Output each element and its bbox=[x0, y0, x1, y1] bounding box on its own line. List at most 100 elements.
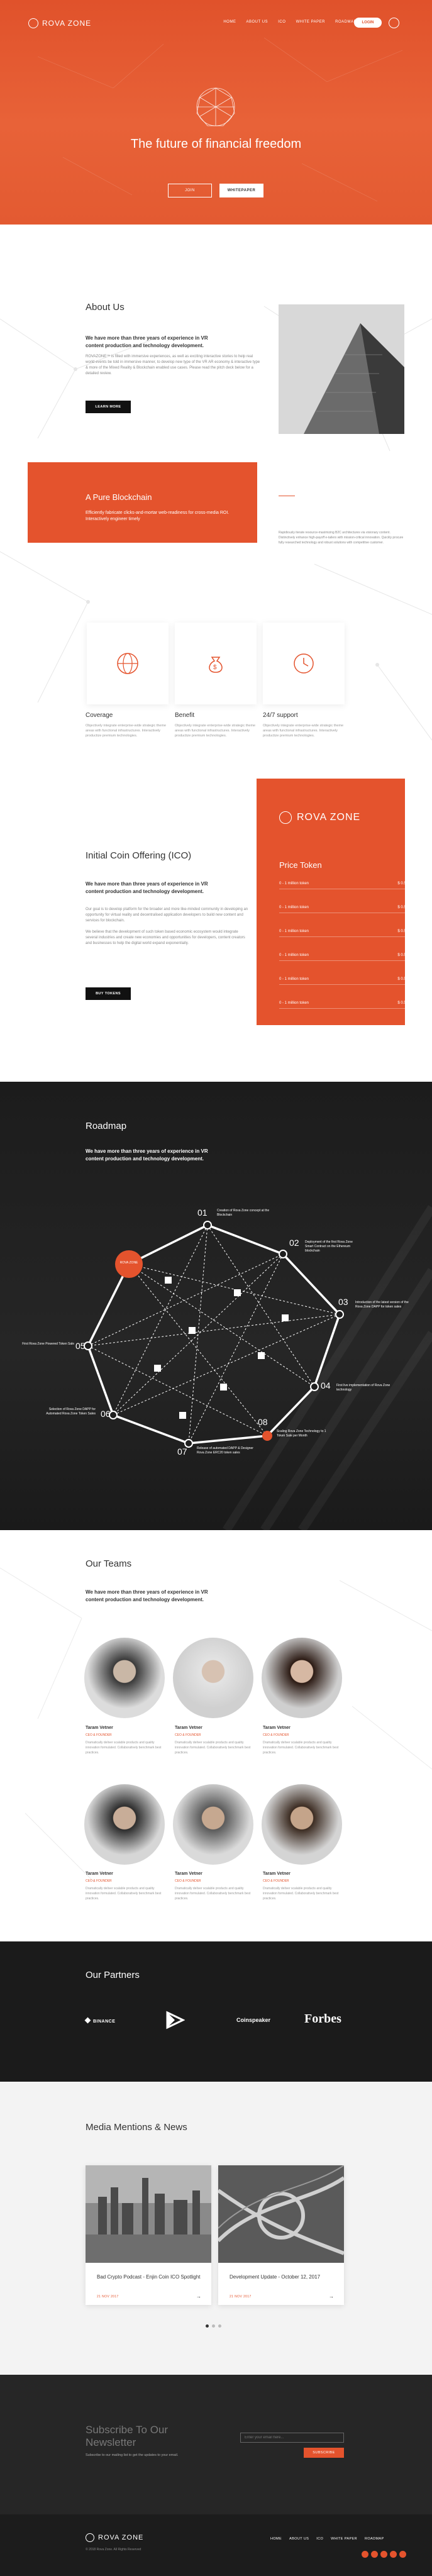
news-carousel-dots bbox=[206, 2323, 231, 2328]
footer-links: HOME ABOUT US ICO WHITE PAPER ROADMAP bbox=[264, 2537, 384, 2541]
partner-logo-coinspeaker[interactable]: Coinspeaker bbox=[236, 2017, 270, 2023]
nav-link-about[interactable]: ABOUT US bbox=[246, 20, 269, 24]
news-image-city bbox=[86, 2165, 211, 2263]
team-member-role: CEO & FOUNDER bbox=[175, 1733, 201, 1737]
hero-join-button[interactable]: JOIN bbox=[168, 184, 212, 197]
token-label: 0 - 1 million token bbox=[279, 906, 309, 909]
milestone-number: 02 bbox=[289, 1238, 299, 1248]
hero-constellation-decoration bbox=[37, 37, 403, 202]
milestone-text: Scaling Rova Zone Technology to 1 Token … bbox=[277, 1430, 326, 1438]
token-price: $ 0.50 bbox=[397, 930, 408, 933]
price-token-list: 0 - 1 million token $ 0.50 0 - 1 million … bbox=[269, 879, 408, 1018]
news-card[interactable]: Bad Crypto Podcast - Enjin Coin ICO Spot… bbox=[86, 2165, 211, 2305]
roadmap-section: Roadmap We have more than three years of… bbox=[0, 1082, 432, 1530]
telegram-icon[interactable] bbox=[390, 2551, 397, 2558]
nav-link-ico[interactable]: ICO bbox=[278, 20, 285, 24]
roadmap-node-active bbox=[262, 1431, 272, 1441]
youtube-icon[interactable] bbox=[399, 2551, 406, 2558]
news-section bbox=[0, 2082, 432, 2375]
feature-title-support: 24/7 support bbox=[263, 712, 298, 719]
facebook-icon[interactable] bbox=[362, 2551, 368, 2558]
carousel-dot[interactable] bbox=[218, 2324, 221, 2328]
team-member-role: CEO & FOUNDER bbox=[263, 1879, 289, 1883]
nav-link-roadmap[interactable]: ROADMAP bbox=[335, 20, 357, 24]
linkedin-icon[interactable] bbox=[380, 2551, 387, 2558]
about-body: ROVAZONE™ is filled with immersive exper… bbox=[86, 355, 260, 375]
footer-brand-name: ROVA ZONE bbox=[98, 2533, 144, 2541]
token-row: 0 - 1 million token $ 0.50 bbox=[279, 903, 408, 913]
ico-body-1: Our goal is to develop platform for the … bbox=[86, 908, 248, 923]
twitter-icon[interactable] bbox=[371, 2551, 378, 2558]
footer-brand[interactable]: ROVA ZONE bbox=[86, 2533, 143, 2542]
news-card-date: 21 NOV 2017 bbox=[230, 2295, 252, 2299]
token-price: $ 0.50 bbox=[397, 953, 408, 957]
footer-link-whitepaper[interactable]: WHITE PAPER bbox=[331, 2537, 357, 2541]
arrow-right-icon: → bbox=[329, 2294, 334, 2299]
globe-icon bbox=[117, 653, 138, 674]
token-row: 0 - 1 million token $ 0.50 bbox=[279, 951, 408, 961]
about-learn-more-button[interactable]: LEARN MORE bbox=[86, 401, 131, 413]
carousel-dot-active[interactable] bbox=[206, 2324, 209, 2328]
blockchain-title: A Pure Blockchain bbox=[86, 492, 152, 502]
feature-title-coverage: Coverage bbox=[86, 712, 113, 719]
about-building-image bbox=[279, 304, 404, 434]
milestone-text: Selection of Rova Zone DAPP for Automate… bbox=[46, 1407, 96, 1416]
subscribe-button[interactable]: SUBSCRIBE bbox=[304, 2448, 344, 2458]
token-price: $ 0.50 bbox=[397, 906, 408, 909]
token-row: 0 - 1 million token $ 0.50 bbox=[279, 879, 408, 889]
team-member-name: Taram Vetner bbox=[263, 1872, 291, 1876]
milestone-number: 06 bbox=[101, 1409, 111, 1419]
partner-logo-play[interactable] bbox=[165, 2011, 185, 2029]
footer-link-about[interactable]: ABOUT US bbox=[289, 2537, 309, 2541]
partner-logo-binance[interactable]: BINANCE bbox=[84, 2017, 115, 2024]
team-member-desc: Dramatically deliver scalable products a… bbox=[86, 1741, 162, 1755]
team-member-desc: Dramatically deliver scalable products a… bbox=[175, 1741, 251, 1755]
logo-icon bbox=[28, 18, 38, 28]
nav-link-whitepaper[interactable]: WHITE PAPER bbox=[296, 20, 325, 24]
news-card[interactable]: Development Update - October 12, 2017 21… bbox=[218, 2165, 344, 2305]
email-input[interactable] bbox=[240, 2433, 344, 2443]
team-member-photo bbox=[84, 1638, 165, 1718]
footer-link-home[interactable]: HOME bbox=[270, 2537, 282, 2541]
team-member-role: CEO & FOUNDER bbox=[86, 1733, 112, 1737]
token-price: $ 0.50 bbox=[397, 882, 408, 886]
milestone-text: Introduction of the latest version of th… bbox=[355, 1301, 409, 1309]
milestone-number: 01 bbox=[197, 1208, 208, 1218]
token-row: 0 - 1 million token $ 0.50 bbox=[279, 927, 408, 937]
feature-text-support: Objectively integrate enterprise-wide st… bbox=[263, 724, 344, 738]
blockchain-panel: A Pure Blockchain Efficiently fabricate … bbox=[28, 462, 257, 543]
subscribe-section: Subscribe To Our Newsletter Subscribe to… bbox=[0, 2375, 432, 2514]
partners-section: Our Partners BINANCE Coinspeaker Forbes bbox=[0, 1941, 432, 2082]
footer-link-roadmap[interactable]: ROADMAP bbox=[365, 2537, 384, 2541]
nav-link-home[interactable]: HOME bbox=[223, 20, 236, 24]
brand-logo[interactable]: ROVA ZONE bbox=[28, 18, 91, 29]
about-lead: We have more than three years of experie… bbox=[86, 335, 208, 348]
feature-text-benefit: Objectively integrate enterprise-wide st… bbox=[175, 724, 256, 738]
price-token-panel: ROVA ZONE Price Token 0 - 1 million toke… bbox=[257, 779, 408, 1025]
login-button[interactable]: LOGIN bbox=[354, 18, 382, 28]
token-label: 0 - 1 million token bbox=[279, 977, 309, 981]
logo-icon bbox=[279, 811, 292, 824]
milestone-text: First Rova Zone Powered Token Sale bbox=[22, 1342, 74, 1346]
partner-logo-forbes[interactable]: Forbes bbox=[304, 2012, 341, 2026]
milestone-number: 04 bbox=[321, 1380, 331, 1391]
feature-card-support bbox=[263, 623, 345, 704]
news-card-title: Bad Crypto Podcast - Enjin Coin ICO Spot… bbox=[97, 2274, 201, 2280]
news-image-highway bbox=[218, 2165, 344, 2263]
buy-tokens-button[interactable]: BUY TOKENS bbox=[86, 987, 131, 1000]
team-member-role: CEO & FOUNDER bbox=[175, 1879, 201, 1883]
team-member-photo bbox=[173, 1784, 253, 1865]
subscribe-text: Subscribe to our mailing list to get the… bbox=[86, 2453, 179, 2457]
feature-card-benefit: $ bbox=[175, 623, 257, 704]
footer-link-ico[interactable]: ICO bbox=[316, 2537, 323, 2541]
team-member-name: Taram Vetner bbox=[86, 1726, 113, 1730]
token-row: 0 - 1 million token $ 0.50 bbox=[279, 999, 408, 1009]
carousel-dot[interactable] bbox=[212, 2324, 215, 2328]
team-member-name: Taram Vetner bbox=[175, 1872, 202, 1876]
hero-whitepaper-button[interactable]: WHITEPAPER bbox=[219, 184, 263, 197]
language-icon[interactable] bbox=[389, 18, 399, 28]
blockchain-lead: Efficiently fabricate clicks-and-mortar … bbox=[86, 511, 230, 521]
milestone-number: 03 bbox=[338, 1297, 348, 1307]
subscribe-title: Subscribe To Our Newsletter bbox=[86, 2424, 169, 2448]
arrow-right-icon: → bbox=[196, 2294, 201, 2299]
